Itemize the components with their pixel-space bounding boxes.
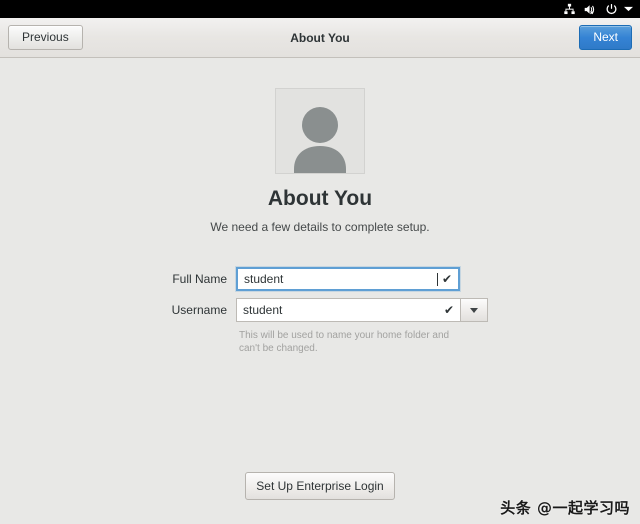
avatar[interactable] <box>275 88 365 174</box>
power-icon[interactable] <box>602 1 620 17</box>
page-title: About You <box>267 187 373 210</box>
about-you-form: Full Name student ✔ Username student ✔ T… <box>0 267 640 355</box>
username-field-wrap: student ✔ <box>236 298 488 322</box>
username-hint-text: This will be used to name your home fold… <box>239 330 450 354</box>
username-value: student <box>243 303 283 317</box>
page-subtitle: We need a few details to complete setup. <box>210 220 430 234</box>
text-cursor <box>436 272 438 286</box>
user-avatar-icon <box>294 107 346 173</box>
username-dropdown-button[interactable] <box>460 298 488 322</box>
system-tray-bar <box>0 0 640 18</box>
wizard-header-bar: Previous About You Next <box>0 18 640 58</box>
set-up-enterprise-login-button[interactable]: Set Up Enterprise Login <box>245 472 395 500</box>
full-name-row: Full Name student ✔ <box>0 267 640 291</box>
chevron-down-icon[interactable] <box>622 1 634 17</box>
username-row: Username student ✔ <box>0 298 640 322</box>
username-input[interactable]: student ✔ <box>236 298 460 322</box>
watermark-text: 头条 @一起学习吗 <box>500 499 630 517</box>
setup-wizard-screen: Previous About You Next About You We nee… <box>0 0 640 524</box>
network-wired-icon[interactable] <box>560 1 578 17</box>
volume-muted-icon[interactable] <box>581 1 599 17</box>
full-name-value: student <box>244 272 284 286</box>
full-name-input[interactable]: student ✔ <box>236 267 460 291</box>
wizard-content: About You We need a few details to compl… <box>0 59 640 524</box>
checkmark-icon: ✔ <box>441 272 452 286</box>
next-button[interactable]: Next <box>579 24 632 51</box>
previous-button[interactable]: Previous <box>8 24 83 51</box>
triangle-down-icon <box>470 307 478 313</box>
username-label: Username <box>171 303 227 317</box>
full-name-field-wrap: student ✔ <box>236 267 460 291</box>
full-name-label: Full Name <box>172 272 227 286</box>
checkmark-icon: ✔ <box>443 303 454 317</box>
header-title: About You <box>290 30 350 45</box>
